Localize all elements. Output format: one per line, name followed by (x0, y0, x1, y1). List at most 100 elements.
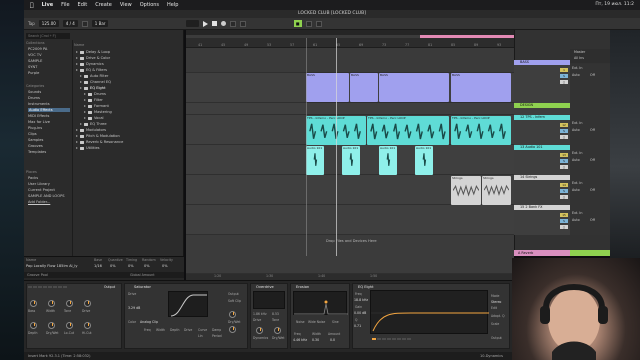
playhead[interactable] (336, 38, 337, 256)
browser-file-item[interactable]: Utilities (76, 146, 100, 150)
monitor-off-label[interactable]: Off (590, 73, 595, 77)
tempo-field[interactable]: 125.00 (38, 20, 59, 27)
expand-arrow-icon[interactable] (76, 63, 78, 65)
track-name[interactable]: DESIGN (514, 103, 570, 108)
track-name[interactable]: 15 2 Bank FX (514, 205, 570, 210)
position-field[interactable] (186, 20, 199, 27)
time-signature[interactable]: 4 / 4 (62, 20, 78, 27)
clip-audio[interactable]: Audio 101 (415, 146, 433, 175)
input-type-label[interactable]: Ext. In (572, 181, 583, 185)
draw-mode-button[interactable] (305, 20, 312, 27)
arm-button[interactable]: ○ (560, 165, 568, 169)
macro-knob[interactable] (84, 300, 91, 307)
all-ins-label[interactable]: All Ins (574, 56, 584, 60)
expand-arrow-icon[interactable] (76, 69, 78, 71)
solo-button[interactable]: S (560, 219, 568, 223)
browser-file-item[interactable]: Vocal (84, 116, 104, 120)
track-lane-design[interactable] (186, 103, 514, 115)
overdrive-drive-value[interactable]: 1.86 kHz (253, 312, 267, 316)
input-type-label[interactable]: Ext. In (572, 66, 583, 70)
return-track-a[interactable]: A Reverb (514, 250, 570, 256)
expand-arrow-icon[interactable] (84, 93, 86, 95)
groove-base-value[interactable]: 1/16 (94, 264, 102, 268)
input-type-label[interactable]: Ext. In (572, 121, 583, 125)
groove-quantize-value[interactable]: 0% (110, 264, 116, 268)
clip-audio[interactable]: Audio 101 (342, 146, 360, 175)
eq-q-value[interactable]: 0.71 (354, 324, 361, 328)
monitor-off-label[interactable]: Off (590, 188, 595, 192)
place-item[interactable]: User Library (28, 182, 50, 186)
beat-ruler[interactable] (186, 38, 514, 48)
input-type-label[interactable]: Ext. In (572, 211, 583, 215)
erosion-freq-value[interactable]: 4.46 kHz (293, 338, 307, 342)
expand-arrow-icon[interactable] (84, 117, 86, 119)
solo-button[interactable]: S (560, 74, 568, 78)
track-lane-empty[interactable] (186, 48, 514, 73)
monitor-auto-label[interactable]: Auto (572, 188, 580, 192)
arm-button[interactable]: ○ (560, 80, 568, 84)
clip-bass[interactable]: BASS (379, 73, 449, 102)
metronome-button[interactable] (81, 20, 88, 27)
menu-create[interactable]: Create (95, 2, 112, 8)
stop-icon[interactable] (211, 21, 217, 26)
eq-band-buttons[interactable] (372, 338, 411, 340)
browser-file-item[interactable]: EQ Eight (80, 86, 105, 90)
track-name[interactable]: 13 Audio 101 (514, 145, 570, 150)
expand-arrow-icon[interactable] (76, 129, 78, 131)
browser-search-input[interactable] (26, 33, 70, 39)
clip-bass[interactable]: BASS (451, 73, 511, 102)
erosion-noise-option[interactable]: Noise (296, 320, 305, 324)
browser-file-item[interactable]: Filter (84, 98, 103, 102)
erosion-sine-option[interactable]: Sine (332, 320, 339, 324)
expand-arrow-icon[interactable] (76, 147, 78, 149)
groove-velocity-value[interactable]: 0% (162, 264, 168, 268)
groove-random-value[interactable]: 0% (144, 264, 150, 268)
follow-button[interactable]: ■ (293, 20, 302, 27)
expand-arrow-icon[interactable] (76, 141, 78, 143)
key-map-button[interactable] (315, 20, 322, 27)
category-item[interactable]: MIDI Effects (28, 114, 49, 118)
saturator-mode[interactable]: Analog Clip (140, 320, 158, 324)
place-item[interactable]: Current Project (28, 188, 55, 192)
saturator-softclip-label[interactable]: Soft Clip (228, 299, 241, 303)
browser-file-item[interactable]: Drums (84, 92, 106, 96)
eq-gain-value[interactable]: 0.00 dB (354, 311, 366, 315)
track-activator-button[interactable]: 14 (560, 183, 568, 187)
category-item[interactable]: Sounds (28, 90, 41, 94)
macro-knob[interactable] (84, 322, 91, 329)
eq-spectrum-display[interactable] (370, 290, 489, 334)
erosion-amount-value[interactable]: 0.0 (330, 338, 335, 342)
macro-knob[interactable] (48, 300, 55, 307)
eq-mode-value[interactable]: Stereo (491, 300, 501, 304)
master-track[interactable] (570, 250, 610, 256)
eq-edit-label[interactable]: Edit (491, 306, 497, 310)
arm-button[interactable]: ○ (560, 195, 568, 199)
collection-item[interactable]: Purple (28, 71, 39, 75)
monitor-auto-label[interactable]: Auto (572, 158, 580, 162)
menu-live[interactable]: Live (42, 2, 54, 8)
overdrive-drywet-knob[interactable] (274, 327, 281, 334)
monitor-off-label[interactable]: Off (590, 158, 595, 162)
browser-file-item[interactable]: EQ Three (80, 122, 107, 126)
expand-arrow-icon[interactable] (84, 111, 86, 113)
eq-adapt-label[interactable]: Adapt. Q (491, 314, 505, 318)
saturator-drive-value[interactable]: 3.29 dB (128, 306, 140, 310)
overdrive-tone-value[interactable]: 8.53 (272, 312, 279, 316)
collection-item[interactable]: SYNT (28, 65, 37, 69)
track-name[interactable]: BASS (514, 60, 570, 65)
play-icon[interactable] (202, 20, 208, 27)
macro-knob[interactable] (30, 300, 37, 307)
category-item[interactable]: Samples (28, 138, 43, 142)
track-activator-button[interactable]: 13 (560, 153, 568, 157)
macro-knob[interactable] (66, 300, 73, 307)
menu-file[interactable]: File (61, 2, 69, 8)
collection-item[interactable]: PC2009 PA (28, 47, 47, 51)
browser-file-item[interactable]: Modulators (76, 128, 106, 132)
menu-view[interactable]: View (120, 2, 132, 8)
loop-icon[interactable] (229, 20, 236, 27)
track-name[interactable]: 12 TPS - Infern (514, 115, 570, 120)
menu-edit[interactable]: Edit (78, 2, 88, 8)
apple-icon[interactable]:  (30, 2, 34, 9)
category-item[interactable]: Templates (28, 150, 46, 154)
monitor-off-label[interactable]: Off (590, 218, 595, 222)
